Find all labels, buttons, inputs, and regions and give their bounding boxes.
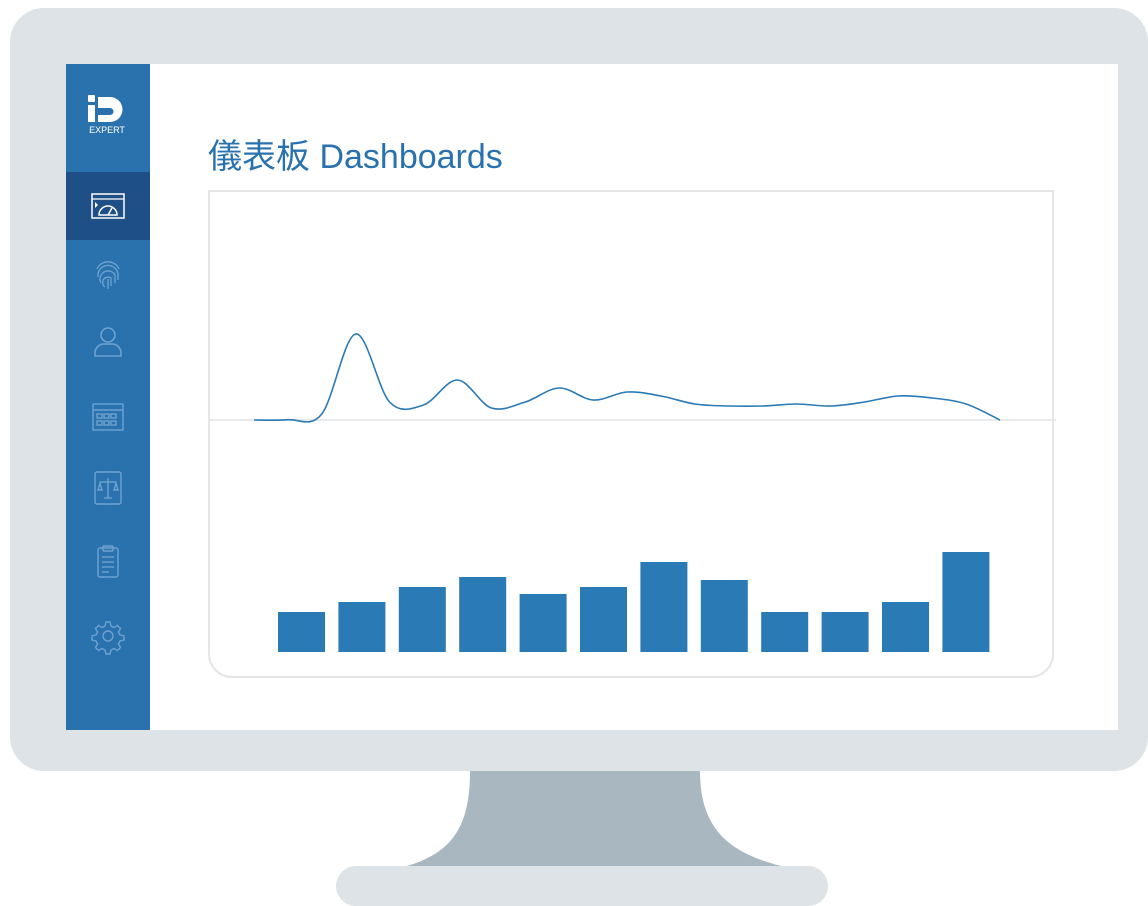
stand-neck — [400, 771, 790, 868]
stand-base — [336, 866, 828, 906]
monitor-stand — [336, 771, 828, 906]
